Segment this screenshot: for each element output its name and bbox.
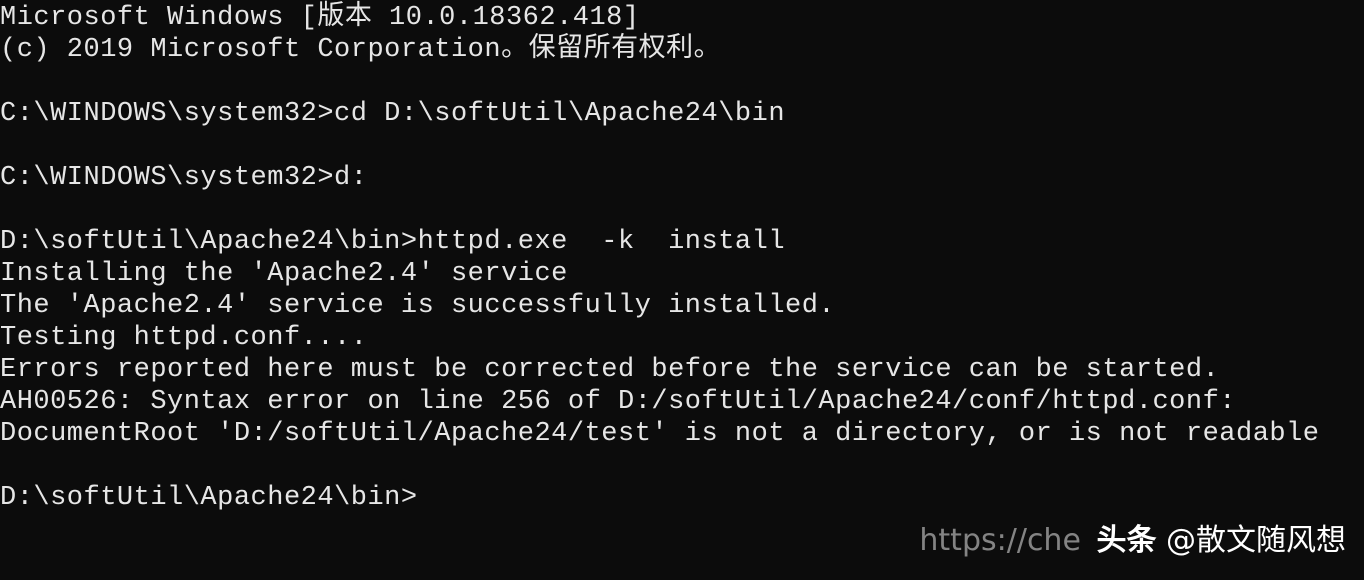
console-window[interactable]: Microsoft Windows [版本 10.0.18362.418] (c… xyxy=(0,0,1364,580)
console-line-error: DocumentRoot 'D:/softUtil/Apache24/test'… xyxy=(0,419,1320,449)
console-prompt-line[interactable]: D:\softUtil\Apache24\bin> xyxy=(0,482,1364,514)
console-line-blank xyxy=(0,66,1364,98)
watermark-url: https://che xyxy=(919,523,1081,558)
console-line-blank xyxy=(0,130,1364,162)
console-line-blank xyxy=(0,194,1364,226)
console-line-output: Testing httpd.conf.... xyxy=(0,323,368,353)
watermark-brand-logo: 头条 xyxy=(1096,523,1157,558)
console-line-blank xyxy=(0,450,1364,482)
console-line-httpd-install-command: D:\softUtil\Apache24\bin>httpd.exe -k in… xyxy=(0,227,786,257)
console-line-version: Microsoft Windows [版本 10.0.18362.418] xyxy=(0,3,640,33)
console-prompt: D:\softUtil\Apache24\bin> xyxy=(0,483,418,513)
console-line-error: Errors reported here must be corrected b… xyxy=(0,355,1220,385)
console-line-output: The 'Apache2.4' service is successfully … xyxy=(0,291,836,321)
console-line-copyright: (c) 2019 Microsoft Corporation。保留所有权利。 xyxy=(0,35,722,65)
console-line-cd-command: C:\WINDOWS\system32>cd D:\softUtil\Apach… xyxy=(0,99,786,129)
watermark-author: @散文随风想 xyxy=(1166,523,1346,558)
watermark: https://che 头条 @散文随风想 xyxy=(919,522,1346,560)
console-line-drive-command: C:\WINDOWS\system32>d: xyxy=(0,163,368,193)
console-line-output: Installing the 'Apache2.4' service xyxy=(0,259,568,289)
console-line-error: AH00526: Syntax error on line 256 of D:/… xyxy=(0,387,1236,417)
